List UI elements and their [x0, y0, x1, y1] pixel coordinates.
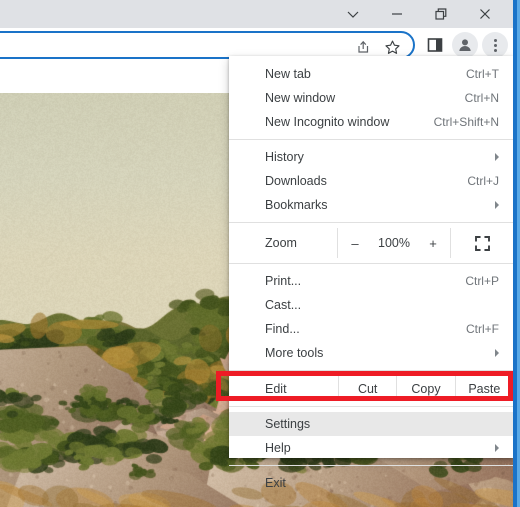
zoom-label: Zoom: [265, 236, 297, 250]
dot: [493, 43, 497, 47]
menu-item-print[interactable]: Print... Ctrl+P: [229, 269, 513, 293]
menu-item-label: More tools: [265, 346, 324, 360]
menu-item-new-tab[interactable]: New tab Ctrl+T: [229, 62, 513, 86]
menu-row-edit: Edit Cut Copy Paste: [229, 376, 513, 401]
paste-button[interactable]: Paste: [454, 376, 513, 401]
three-dot-menu-icon[interactable]: [481, 31, 509, 59]
menu-item-label: Downloads: [265, 174, 327, 188]
menu-item-bookmarks[interactable]: Bookmarks: [229, 193, 513, 217]
minimize-icon[interactable]: [375, 0, 419, 28]
menu-item-new-window[interactable]: New window Ctrl+N: [229, 86, 513, 110]
menu-item-history[interactable]: History: [229, 145, 513, 169]
menu-item-settings[interactable]: Settings: [229, 412, 513, 436]
copy-button[interactable]: Copy: [396, 376, 454, 401]
menu-item-more-tools[interactable]: More tools: [229, 341, 513, 365]
menu-item-accelerator: Ctrl+Shift+N: [433, 115, 499, 129]
dot: [493, 38, 497, 42]
menu-row-zoom: Zoom – 100% +: [229, 228, 513, 258]
dot: [493, 48, 497, 52]
menu-item-new-incognito-window[interactable]: New Incognito window Ctrl+Shift+N: [229, 110, 513, 134]
menu-separator: [229, 465, 513, 466]
chevron-right-icon: [495, 153, 499, 161]
cut-button[interactable]: Cut: [338, 376, 396, 401]
menu-item-label: History: [265, 150, 304, 164]
menu-item-label: Bookmarks: [265, 198, 328, 212]
menu-item-label: New Incognito window: [265, 115, 390, 129]
menu-separator: [229, 406, 513, 407]
toolbar-actions: [421, 31, 509, 59]
menu-item-label: Settings: [265, 417, 311, 431]
menu-item-label: Find...: [265, 322, 300, 336]
menu-item-downloads[interactable]: Downloads Ctrl+J: [229, 169, 513, 193]
zoom-controls: – 100% +: [337, 228, 451, 258]
menu-item-label: Cast...: [265, 298, 302, 312]
menu-separator: [229, 263, 513, 264]
menu-item-accelerator: Ctrl+T: [466, 67, 499, 81]
window-controls: [331, 0, 507, 28]
menu-item-label: Exit: [265, 476, 286, 490]
chevron-right-icon: [495, 349, 499, 357]
three-dot-menu-button[interactable]: [482, 32, 508, 58]
menu-separator: [229, 222, 513, 223]
chrome-main-menu: New tab Ctrl+T New window Ctrl+N New Inc…: [229, 56, 513, 490]
avatar: [452, 32, 478, 58]
profile-avatar-icon[interactable]: [451, 31, 479, 59]
menu-item-label: New window: [265, 91, 336, 105]
browser-window: New tab Ctrl+T New window Ctrl+N New Inc…: [0, 0, 520, 507]
menu-separator: [229, 139, 513, 140]
chevron-down-icon[interactable]: [331, 0, 375, 28]
fullscreen-icon[interactable]: [451, 228, 513, 258]
chevron-right-icon: [495, 444, 499, 452]
zoom-in-button[interactable]: +: [426, 236, 440, 251]
menu-item-find[interactable]: Find... Ctrl+F: [229, 317, 513, 341]
menu-item-cast[interactable]: Cast...: [229, 293, 513, 317]
menu-item-label: Print...: [265, 274, 302, 288]
address-bar[interactable]: [0, 31, 415, 59]
zoom-out-button[interactable]: –: [348, 236, 362, 251]
side-panel-icon[interactable]: [421, 31, 449, 59]
menu-item-help[interactable]: Help: [229, 436, 513, 460]
menu-item-accelerator: Ctrl+N: [464, 91, 499, 105]
menu-item-accelerator: Ctrl+P: [465, 274, 499, 288]
menu-item-accelerator: Ctrl+F: [466, 322, 499, 336]
menu-separator: [229, 370, 513, 371]
restore-icon[interactable]: [419, 0, 463, 28]
menu-item-label: New tab: [265, 67, 311, 81]
zoom-percent: 100%: [378, 236, 410, 250]
menu-item-accelerator: Ctrl+J: [467, 174, 499, 188]
menu-item-label: Help: [265, 441, 291, 455]
edit-label: Edit: [265, 381, 287, 396]
chevron-right-icon: [495, 201, 499, 209]
menu-item-exit[interactable]: Exit: [229, 471, 513, 495]
close-icon[interactable]: [463, 0, 507, 28]
title-bar: [0, 0, 513, 28]
